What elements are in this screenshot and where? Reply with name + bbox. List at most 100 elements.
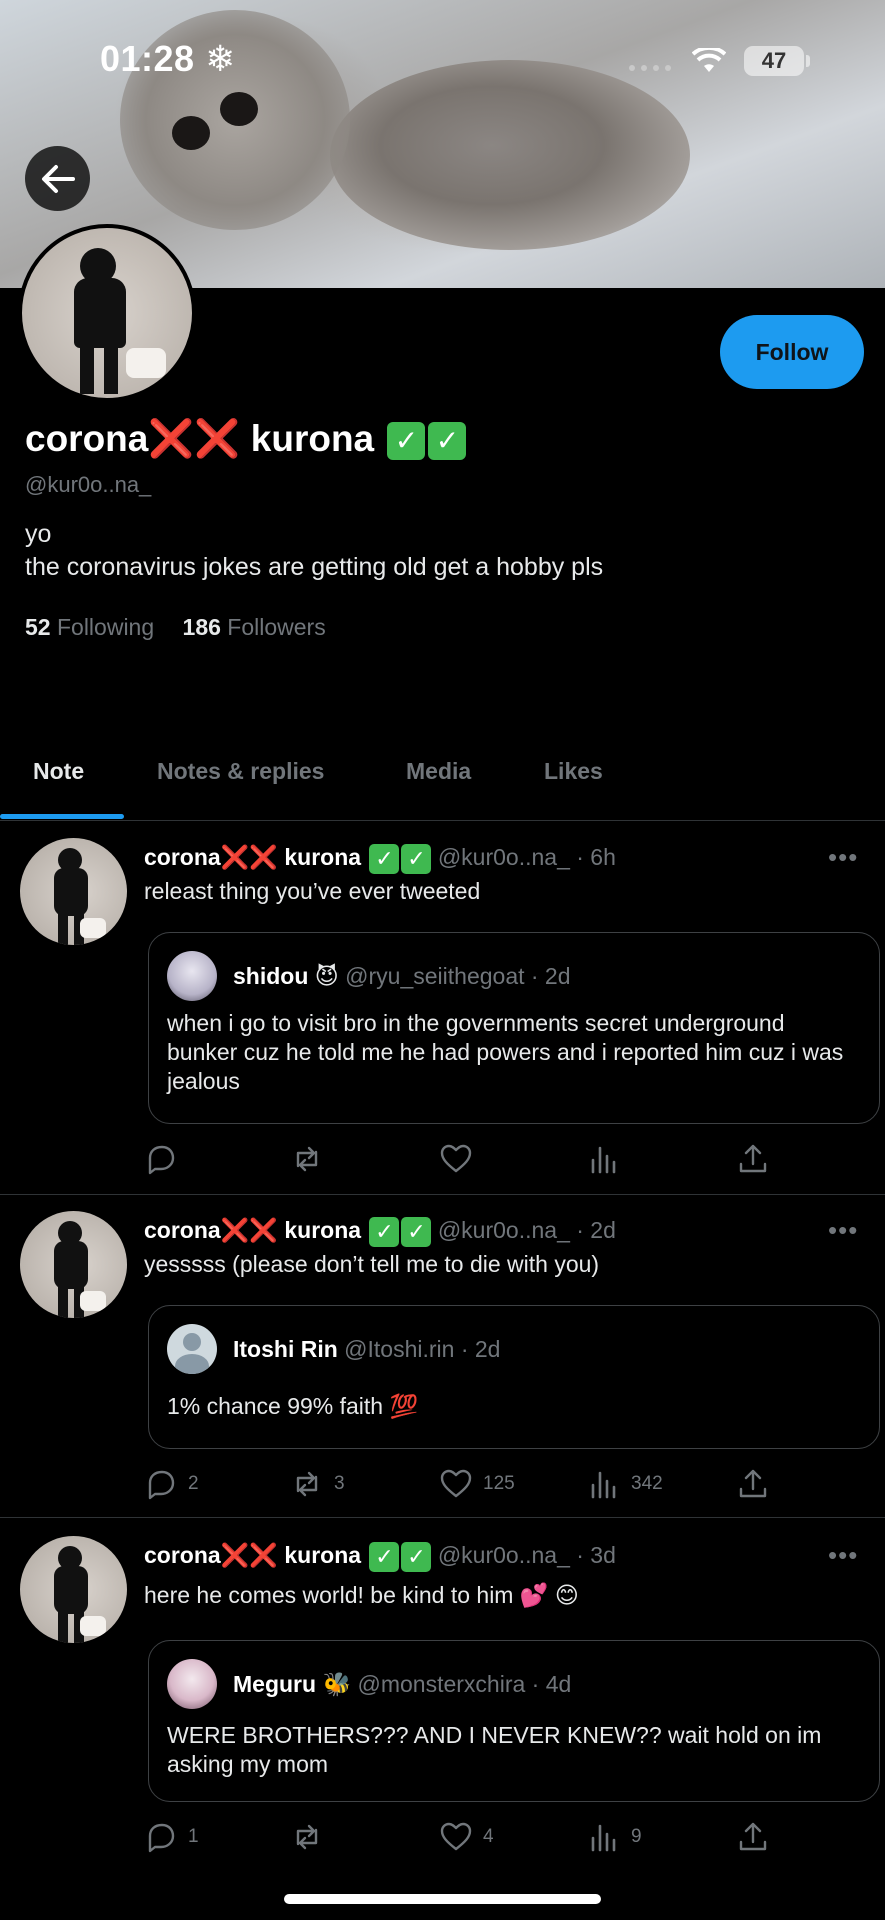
default-avatar-shoulders	[175, 1354, 209, 1374]
quote-text: when i go to visit bro in the government…	[167, 1010, 844, 1094]
post-meta: @kur0o..na_ · 2d	[437, 1217, 616, 1244]
profile-avatar[interactable]	[18, 224, 196, 402]
like-count: 4	[483, 1826, 494, 1847]
views-button[interactable]	[587, 1142, 631, 1176]
check-mark-emoji: ✓	[401, 1542, 432, 1572]
check-mark-emoji: ✓	[369, 844, 400, 874]
check-mark-emoji: ✓	[401, 1217, 432, 1247]
reply-button[interactable]: 2	[144, 1467, 199, 1501]
post-item[interactable]: corona❌❌ kurona ✓ ✓ @kur0o..na_ · 3d ••• …	[0, 1520, 885, 1870]
post-avatar[interactable]	[20, 838, 127, 945]
more-icon[interactable]: •••	[828, 1540, 858, 1571]
quote-header: shidou 😈 @ryu_seiithegoat · 2d	[233, 963, 571, 990]
post-actions	[144, 1142, 864, 1182]
quote-text: 1% chance 99% faith 💯	[167, 1393, 419, 1419]
views-count: 342	[631, 1473, 663, 1494]
follow-button[interactable]: Follow	[720, 315, 864, 389]
post-actions: 1 4 9	[144, 1820, 864, 1860]
like-button[interactable]	[439, 1142, 483, 1176]
repost-button[interactable]: 3	[290, 1467, 345, 1501]
followers-link[interactable]: 186 Followers	[183, 614, 326, 640]
like-button[interactable]: 4	[439, 1820, 494, 1854]
avatar-figure-leg	[58, 914, 68, 945]
post-text: releast thing you’ve ever tweeted	[144, 878, 481, 904]
repost-button[interactable]	[290, 1820, 334, 1854]
quoted-post[interactable]: shidou 😈 @ryu_seiithegoat · 2d when i go…	[148, 932, 880, 1124]
views-button[interactable]: 9	[587, 1820, 642, 1854]
check-mark-emoji: ✓	[369, 1542, 400, 1572]
post-author-name: corona	[144, 1542, 221, 1569]
avatar-sink	[126, 348, 166, 378]
tab-notes-replies[interactable]: Notes & replies	[157, 758, 324, 785]
quote-header: Itoshi Rin @Itoshi.rin · 2d	[233, 1336, 500, 1363]
profile-bio: yo the coronavirus jokes are getting old…	[25, 518, 603, 584]
reply-icon	[148, 1823, 175, 1853]
check-mark-emoji: ✓	[401, 844, 432, 874]
post-author-name: corona	[144, 1217, 221, 1244]
post-text: yesssss (please don’t tell me to die wit…	[144, 1251, 600, 1277]
profile-tabs: Note Notes & replies Media Likes	[0, 730, 885, 821]
check-mark-emoji: ✓	[387, 422, 426, 461]
post-item[interactable]: corona❌❌ kurona ✓ ✓ @kur0o..na_ · 2d ••• …	[0, 1195, 885, 1518]
repost-button[interactable]	[290, 1142, 334, 1176]
share-button[interactable]	[736, 1467, 770, 1501]
post-avatar[interactable]	[20, 1536, 127, 1643]
back-arrow-icon	[41, 164, 75, 193]
tab-media[interactable]: Media	[406, 758, 471, 785]
post-item[interactable]: corona❌❌ kurona ✓ ✓ @kur0o..na_ · 6h ••• …	[0, 822, 885, 1195]
reply-button[interactable]	[144, 1142, 188, 1176]
tab-likes[interactable]: Likes	[544, 758, 603, 785]
share-button[interactable]	[736, 1142, 770, 1176]
reply-count: 1	[188, 1826, 199, 1847]
views-icon	[591, 1824, 616, 1852]
post-meta: @kur0o..na_ · 3d	[437, 1542, 616, 1569]
snowflake-icon: ❄	[205, 38, 236, 79]
profile-handle: @kur0o..na_	[25, 472, 152, 497]
like-button[interactable]: 125	[439, 1467, 515, 1501]
quote-author-emoji: 😈	[314, 963, 339, 989]
avatar-figure-leg	[80, 344, 94, 394]
share-icon	[739, 1469, 767, 1498]
status-bar: 01:28 ❄ 47	[0, 0, 885, 120]
more-icon[interactable]: •••	[828, 1215, 858, 1246]
quote-author-name: shidou	[233, 963, 309, 989]
following-label: Following	[56, 614, 155, 640]
profile-display-name: corona❌❌ kurona ✓ ✓	[25, 418, 467, 461]
check-mark-emoji: ✓	[428, 422, 467, 461]
tab-note[interactable]: Note	[33, 758, 84, 785]
following-count: 52	[25, 614, 51, 640]
home-indicator[interactable]	[284, 1894, 601, 1904]
avatar-figure-leg	[58, 1612, 68, 1643]
banner-cat-eye	[172, 116, 210, 150]
reply-button[interactable]: 1	[144, 1820, 199, 1854]
views-button[interactable]: 342	[587, 1467, 663, 1501]
wifi-icon	[692, 48, 726, 72]
post-avatar[interactable]	[20, 1211, 127, 1318]
back-button[interactable]	[25, 146, 90, 211]
like-count: 125	[483, 1473, 515, 1494]
more-icon[interactable]: •••	[828, 842, 858, 873]
post-header: corona❌❌ kurona ✓ ✓ @kur0o..na_ · 2d	[144, 1217, 616, 1247]
reply-count: 2	[188, 1473, 199, 1494]
signal-icon	[629, 65, 671, 71]
repost-icon	[296, 1824, 318, 1850]
quoted-post[interactable]: Meguru 🐝 @monsterxchira · 4d WERE BROTHE…	[148, 1640, 880, 1802]
quote-avatar	[167, 951, 217, 1001]
battery-tip	[806, 55, 810, 67]
like-icon	[440, 1144, 472, 1173]
display-name-part: kurona	[250, 418, 375, 459]
avatar-figure-body	[54, 1566, 88, 1614]
status-time-text: 01:28	[100, 38, 195, 79]
avatar-figure-body	[74, 278, 126, 348]
followers-label: Followers	[227, 614, 326, 640]
following-link[interactable]: 52 Following	[25, 614, 154, 640]
repost-icon	[296, 1146, 318, 1172]
avatar-sink	[80, 1616, 106, 1636]
like-icon	[440, 1822, 472, 1851]
share-button[interactable]	[736, 1820, 770, 1854]
post-meta: @kur0o..na_ · 6h	[437, 844, 616, 871]
avatar-figure-leg	[58, 1287, 68, 1318]
cross-mark-emoji: ❌❌	[220, 1217, 278, 1244]
share-icon	[739, 1144, 767, 1173]
quoted-post[interactable]: Itoshi Rin @Itoshi.rin · 2d 1% chance 99…	[148, 1305, 880, 1449]
